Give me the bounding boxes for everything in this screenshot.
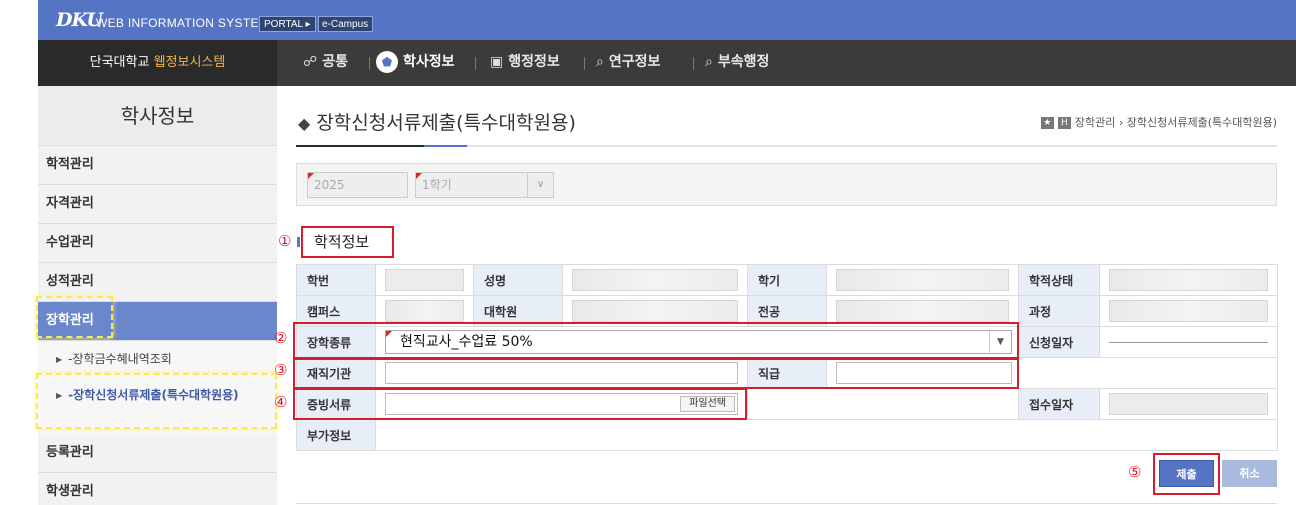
marker-3: ③ [274,361,288,379]
portal-button[interactable]: PORTAL ▸ [259,16,316,32]
tag-icon: ⬟ [376,51,398,73]
name-field [572,269,738,291]
semester-field [836,269,1009,291]
highlight-employer [293,358,1019,389]
highlight-documents [293,388,747,420]
inbox-icon: ▣ [490,54,504,70]
status-field [1109,269,1268,291]
marker-5: ⑤ [1128,463,1142,481]
nav-research[interactable]: ⌕ 연구정보 [596,40,660,86]
nav-common[interactable]: ☍ 공통 [303,40,348,86]
marker-4: ④ [274,393,288,411]
search-icon: ⌕ [705,54,713,70]
brand-title[interactable]: 단국대학교 웹정보시스템 [38,40,277,86]
table-row: 부가정보 [296,419,1278,451]
year-field[interactable]: 2025 [307,172,408,198]
section-marker [297,237,300,247]
receipt-date-field [1109,393,1268,415]
nav-separator [693,57,694,70]
dku-logo[interactable]: DKU [56,9,103,31]
tag-icon: ◆ [298,114,311,133]
label-receipt-date: 접수일자 [1018,388,1100,420]
nav-affiliated[interactable]: ⌕ 부속행정 [705,40,769,86]
required-flag [416,173,422,179]
extra-info-field [375,419,1278,451]
chevron-down-icon: ∨ [527,173,553,197]
search-icon: ⌕ [596,54,604,70]
label-apply-date: 신청일자 [1018,326,1100,358]
highlight-scholarship-type [293,322,1019,359]
share-icon: ☍ [303,54,318,70]
breadcrumb-item[interactable]: 장학관리 [1075,116,1115,129]
sidebar-item-records[interactable]: 학적관리 [38,146,277,185]
student-no-field [385,269,464,291]
nav-separator [584,57,585,70]
sidebar-item-qualification[interactable]: 자격관리 [38,185,277,224]
title-underline-accent [296,145,424,147]
sidebar-item-registration[interactable]: 등록관리 [38,434,277,473]
marker-1: ① [278,232,292,250]
sidebar-title: 학사정보 [38,86,277,146]
page-title: ◆ 장학신청서류제출(특수대학원용) [298,112,576,134]
filter-bar: 2025 1학기 ∨ [296,163,1277,206]
breadcrumb-current: 장학신청서류제출(특수대학원용) [1126,116,1277,129]
section-title: 학적정보 [301,226,394,258]
nav-separator [475,57,476,70]
caret-right-icon: ▶ [56,355,63,364]
semester-select[interactable]: 1학기 ∨ [415,172,554,198]
star-icon[interactable]: ★ [1040,117,1054,129]
major-field [836,300,1009,322]
label-status: 학적상태 [1018,264,1100,296]
title-underline-blue [424,145,467,147]
label-name: 성명 [473,264,563,296]
label-extra-info: 부가정보 [296,419,376,451]
top-bar: DKU WEB INFORMATION SYSTEM PORTAL ▸ e-Ca… [38,0,1296,40]
ecampus-button[interactable]: e-Campus [318,16,373,32]
breadcrumb: ★ H 장학관리 › 장학신청서류제출(특수대학원용) [1040,114,1277,130]
main-nav: 단국대학교 웹정보시스템 ☍ 공통 ⬟ 학사정보 ▣ 행정정보 ⌕ 연구정보 ⌕ 부속행정 [38,40,1296,86]
nav-administration[interactable]: ▣ 행정정보 [490,40,560,86]
course-field [1109,300,1268,322]
apply-date-value [1109,342,1268,343]
label-student-no: 학번 [296,264,376,296]
graduate-school-field [572,300,738,322]
system-name: WEB INFORMATION SYSTEM [96,16,270,30]
label-course: 과정 [1018,295,1100,327]
marker-2: ② [274,329,288,347]
bottom-divider [296,503,1277,504]
nav-academic[interactable]: ⬟ 학사정보 [376,40,455,86]
cancel-button[interactable]: 취소 [1222,460,1277,487]
sidebar-item-classes[interactable]: 수업관리 [38,224,277,263]
highlight-scholarship-menu [36,296,113,338]
nav-separator [369,57,370,70]
sidebar-item-students[interactable]: 학생관리 [38,473,277,505]
home-icon[interactable]: H [1057,117,1071,129]
campus-field [385,300,464,322]
required-flag [308,173,314,179]
submit-button[interactable]: 제출 [1159,460,1214,487]
table-row: 학번 성명 학기 학적상태 [296,264,1278,296]
label-semester: 학기 [747,264,827,296]
highlight-documents-menu [36,373,277,429]
